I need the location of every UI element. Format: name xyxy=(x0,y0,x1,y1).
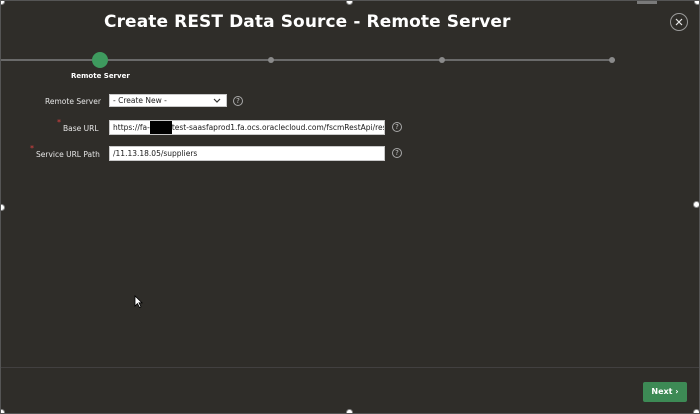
step-1-label: Remote Server xyxy=(71,72,130,80)
close-icon xyxy=(675,18,683,26)
resize-handle-bottom-left[interactable] xyxy=(1,409,5,413)
base-url-input[interactable]: https://fa-test-saasfaprod1.fa.ocs.oracl… xyxy=(109,120,385,135)
required-marker: * xyxy=(30,144,34,153)
resize-handle-left[interactable] xyxy=(1,204,5,211)
base-url-value-start: https://fa- xyxy=(113,123,150,132)
close-button[interactable] xyxy=(670,13,688,31)
base-url-label: Base URL xyxy=(63,124,99,133)
resize-handle-bottom-right[interactable] xyxy=(693,409,699,413)
remote-server-value: - Create New - xyxy=(113,96,167,105)
resize-handle-bottom[interactable] xyxy=(346,409,353,413)
chevron-down-icon xyxy=(213,98,221,103)
service-url-path-input[interactable]: /11.13.18.05/suppliers xyxy=(109,146,385,161)
service-url-path-label: Service URL Path xyxy=(36,150,100,159)
service-url-path-help-icon[interactable]: ? xyxy=(392,148,402,158)
step-2-indicator xyxy=(268,57,274,63)
dialog-window: Create REST Data Source - Remote Server … xyxy=(0,0,700,414)
base-url-help-icon[interactable]: ? xyxy=(392,122,402,132)
mouse-pointer-icon xyxy=(134,295,143,308)
redacted-block xyxy=(149,121,172,134)
remote-server-label: Remote Server xyxy=(45,97,101,106)
resize-handle-top-left[interactable] xyxy=(1,1,5,5)
step-4-indicator xyxy=(609,57,615,63)
required-marker: * xyxy=(57,118,61,127)
resize-handle-right[interactable] xyxy=(693,201,699,208)
dialog-title: Create REST Data Source - Remote Server xyxy=(104,12,511,32)
step-3-indicator xyxy=(439,57,445,63)
footer-divider xyxy=(1,367,699,368)
remote-server-help-icon[interactable]: ? xyxy=(233,96,243,106)
next-button-label: Next xyxy=(651,387,673,396)
base-url-value-end: test-saasfaprod1.fa.ocs.oraclecloud.com/… xyxy=(171,123,385,132)
resize-handle-top-right[interactable] xyxy=(694,1,699,5)
resize-handle-top[interactable] xyxy=(346,1,353,5)
next-button[interactable]: Next › xyxy=(643,382,687,402)
chevron-right-icon: › xyxy=(675,387,679,396)
remote-server-select[interactable]: - Create New - xyxy=(109,94,227,107)
step-1-active-indicator xyxy=(92,52,108,68)
top-edge-tab xyxy=(637,1,657,4)
